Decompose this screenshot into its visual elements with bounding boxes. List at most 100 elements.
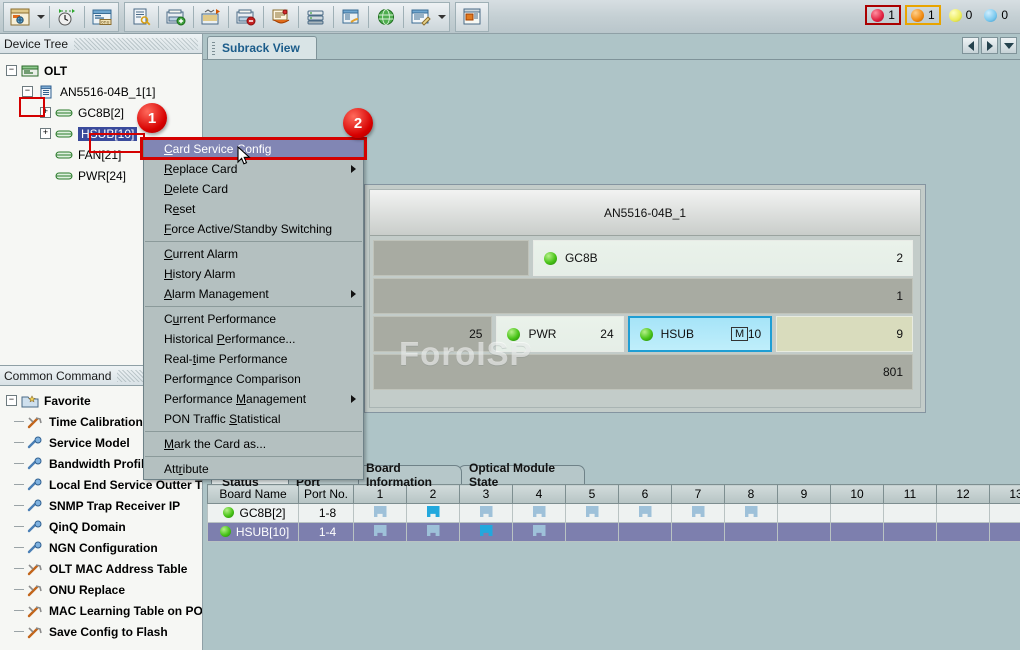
subrack-slot-gc8b[interactable]: GC8B2 bbox=[533, 240, 913, 276]
tree-node-olt[interactable]: − OLT bbox=[0, 60, 202, 81]
port-cell[interactable] bbox=[407, 523, 460, 542]
common-command-item[interactable]: SNMP Trap Receiver IP bbox=[0, 495, 202, 516]
menu-item-historical-performance[interactable]: Historical Performance... bbox=[144, 329, 363, 349]
menu-item-force-active-standby-switching[interactable]: Force Active/Standby Switching bbox=[144, 219, 363, 239]
port-cell[interactable] bbox=[778, 523, 831, 542]
common-command-item[interactable]: MAC Learning Table on PON bbox=[0, 600, 202, 621]
port-cell[interactable] bbox=[460, 504, 513, 523]
network-discovery-button[interactable] bbox=[197, 4, 225, 30]
port-cell[interactable] bbox=[407, 504, 460, 523]
column-header[interactable]: 11 bbox=[884, 485, 937, 504]
tree-connector bbox=[14, 505, 24, 506]
column-header[interactable]: 9 bbox=[778, 485, 831, 504]
tab-optical-module-state[interactable]: Optical Module State bbox=[458, 465, 585, 484]
menu-item-reset[interactable]: Reset bbox=[144, 199, 363, 219]
common-command-item[interactable]: OLT MAC Address Table bbox=[0, 558, 202, 579]
table-row[interactable]: HSUB[10]1-4 bbox=[208, 523, 1020, 542]
menu-item-performance-comparison[interactable]: Performance Comparison bbox=[144, 369, 363, 389]
port-cell[interactable] bbox=[619, 504, 672, 523]
port-cell[interactable] bbox=[619, 523, 672, 542]
topology-dropdown-arrow[interactable] bbox=[35, 4, 47, 30]
menu-item-card-service-config[interactable]: Card Service Config bbox=[144, 139, 363, 159]
tools-icon bbox=[26, 415, 44, 429]
menu-item-pon-traffic-statistical[interactable]: PON Traffic Statistical bbox=[144, 409, 363, 429]
port-cell[interactable] bbox=[990, 523, 1020, 542]
timing-task-button[interactable] bbox=[53, 4, 81, 30]
menu-item-current-alarm[interactable]: Current Alarm bbox=[144, 244, 363, 264]
menu-item-attribute[interactable]: Attribute bbox=[144, 459, 363, 479]
major-alarm-indicator[interactable]: 1 bbox=[905, 5, 941, 25]
menu-item-replace-card[interactable]: Replace Card bbox=[144, 159, 363, 179]
server-button[interactable] bbox=[302, 4, 330, 30]
tab-nav-previous[interactable] bbox=[962, 37, 979, 54]
menu-item-alarm-management[interactable]: Alarm Management bbox=[144, 284, 363, 304]
port-cell[interactable] bbox=[725, 504, 778, 523]
globe-button[interactable] bbox=[372, 4, 400, 30]
port-cell[interactable] bbox=[354, 504, 407, 523]
tree-node-gc8b[interactable]: + GC8B[2] bbox=[0, 102, 202, 123]
subrack-slot-hsub[interactable]: HSUBM10 bbox=[628, 316, 773, 352]
menu-item-real-time-performance[interactable]: Real-time Performance bbox=[144, 349, 363, 369]
tab-nav-list[interactable] bbox=[1000, 37, 1017, 54]
expander-hsub[interactable]: + bbox=[40, 128, 51, 139]
tree-node-shelf[interactable]: − AN5516-04B_1[1] bbox=[0, 81, 202, 102]
table-row[interactable]: GC8B[2]1-8 bbox=[208, 504, 1020, 523]
menu-item-mark-the-card-as[interactable]: Mark the Card as... bbox=[144, 434, 363, 454]
menu-item-performance-management[interactable]: Performance Management bbox=[144, 389, 363, 409]
menu-item-current-performance[interactable]: Current Performance bbox=[144, 309, 363, 329]
onu-list-button[interactable]: onu bbox=[88, 4, 116, 30]
menu-item-delete-card[interactable]: Delete Card bbox=[144, 179, 363, 199]
tab-nav-next[interactable] bbox=[981, 37, 998, 54]
port-cell[interactable] bbox=[831, 523, 884, 542]
license-button[interactable] bbox=[267, 4, 295, 30]
port-cell[interactable] bbox=[513, 523, 566, 542]
column-header[interactable]: 6 bbox=[619, 485, 672, 504]
port-cell[interactable] bbox=[884, 504, 937, 523]
expander-olt[interactable]: − bbox=[6, 65, 17, 76]
topology-view-button[interactable] bbox=[6, 4, 34, 30]
tab-subrack-view[interactable]: Subrack View bbox=[207, 36, 317, 59]
expander-shelf[interactable]: − bbox=[22, 86, 33, 97]
column-header[interactable]: 13 bbox=[990, 485, 1020, 504]
add-device-button[interactable] bbox=[162, 4, 190, 30]
port-cell[interactable] bbox=[831, 504, 884, 523]
expander-favorite[interactable]: − bbox=[6, 395, 17, 406]
common-command-item[interactable]: ONU Replace bbox=[0, 579, 202, 600]
port-cell[interactable] bbox=[460, 523, 513, 542]
delete-device-button[interactable] bbox=[232, 4, 260, 30]
minor-alarm-indicator[interactable]: 0 bbox=[945, 7, 977, 23]
column-header[interactable]: 10 bbox=[831, 485, 884, 504]
column-header[interactable]: 8 bbox=[725, 485, 778, 504]
port-cell[interactable] bbox=[672, 504, 725, 523]
report-button[interactable] bbox=[407, 4, 435, 30]
common-command-item[interactable]: NGN Configuration bbox=[0, 537, 202, 558]
port-cell[interactable] bbox=[566, 523, 619, 542]
port-cell[interactable] bbox=[778, 504, 831, 523]
authority-button[interactable] bbox=[127, 4, 155, 30]
common-command-item[interactable]: Save Config to Flash bbox=[0, 621, 202, 642]
card-context-menu[interactable]: Card Service ConfigReplace CardDelete Ca… bbox=[143, 138, 364, 480]
port-cell[interactable] bbox=[937, 504, 990, 523]
port-cell[interactable] bbox=[513, 504, 566, 523]
report-dropdown-arrow[interactable] bbox=[436, 4, 448, 30]
expander-gc8b[interactable]: + bbox=[40, 107, 51, 118]
tree-connector bbox=[14, 526, 24, 527]
print-preview-button[interactable] bbox=[458, 4, 486, 30]
column-header[interactable]: 7 bbox=[672, 485, 725, 504]
port-cell[interactable] bbox=[566, 504, 619, 523]
port-cell[interactable] bbox=[937, 523, 990, 542]
tab-board-information[interactable]: Board Information bbox=[355, 465, 462, 484]
critical-alarm-indicator[interactable]: 1 bbox=[865, 5, 901, 25]
port-cell[interactable] bbox=[354, 523, 407, 542]
column-header[interactable]: 12 bbox=[937, 485, 990, 504]
menu-item-history-alarm[interactable]: History Alarm bbox=[144, 264, 363, 284]
common-command-item[interactable]: QinQ Domain bbox=[0, 516, 202, 537]
menu-item-label: Reset bbox=[164, 202, 195, 216]
port-cell[interactable] bbox=[884, 523, 937, 542]
port-cell[interactable] bbox=[672, 523, 725, 542]
port-cell[interactable] bbox=[990, 504, 1020, 523]
subrack-slot-pwr[interactable]: PWR24 bbox=[496, 316, 623, 352]
warning-alarm-indicator[interactable]: 0 bbox=[980, 7, 1012, 23]
database-button[interactable] bbox=[337, 4, 365, 30]
port-cell[interactable] bbox=[725, 523, 778, 542]
